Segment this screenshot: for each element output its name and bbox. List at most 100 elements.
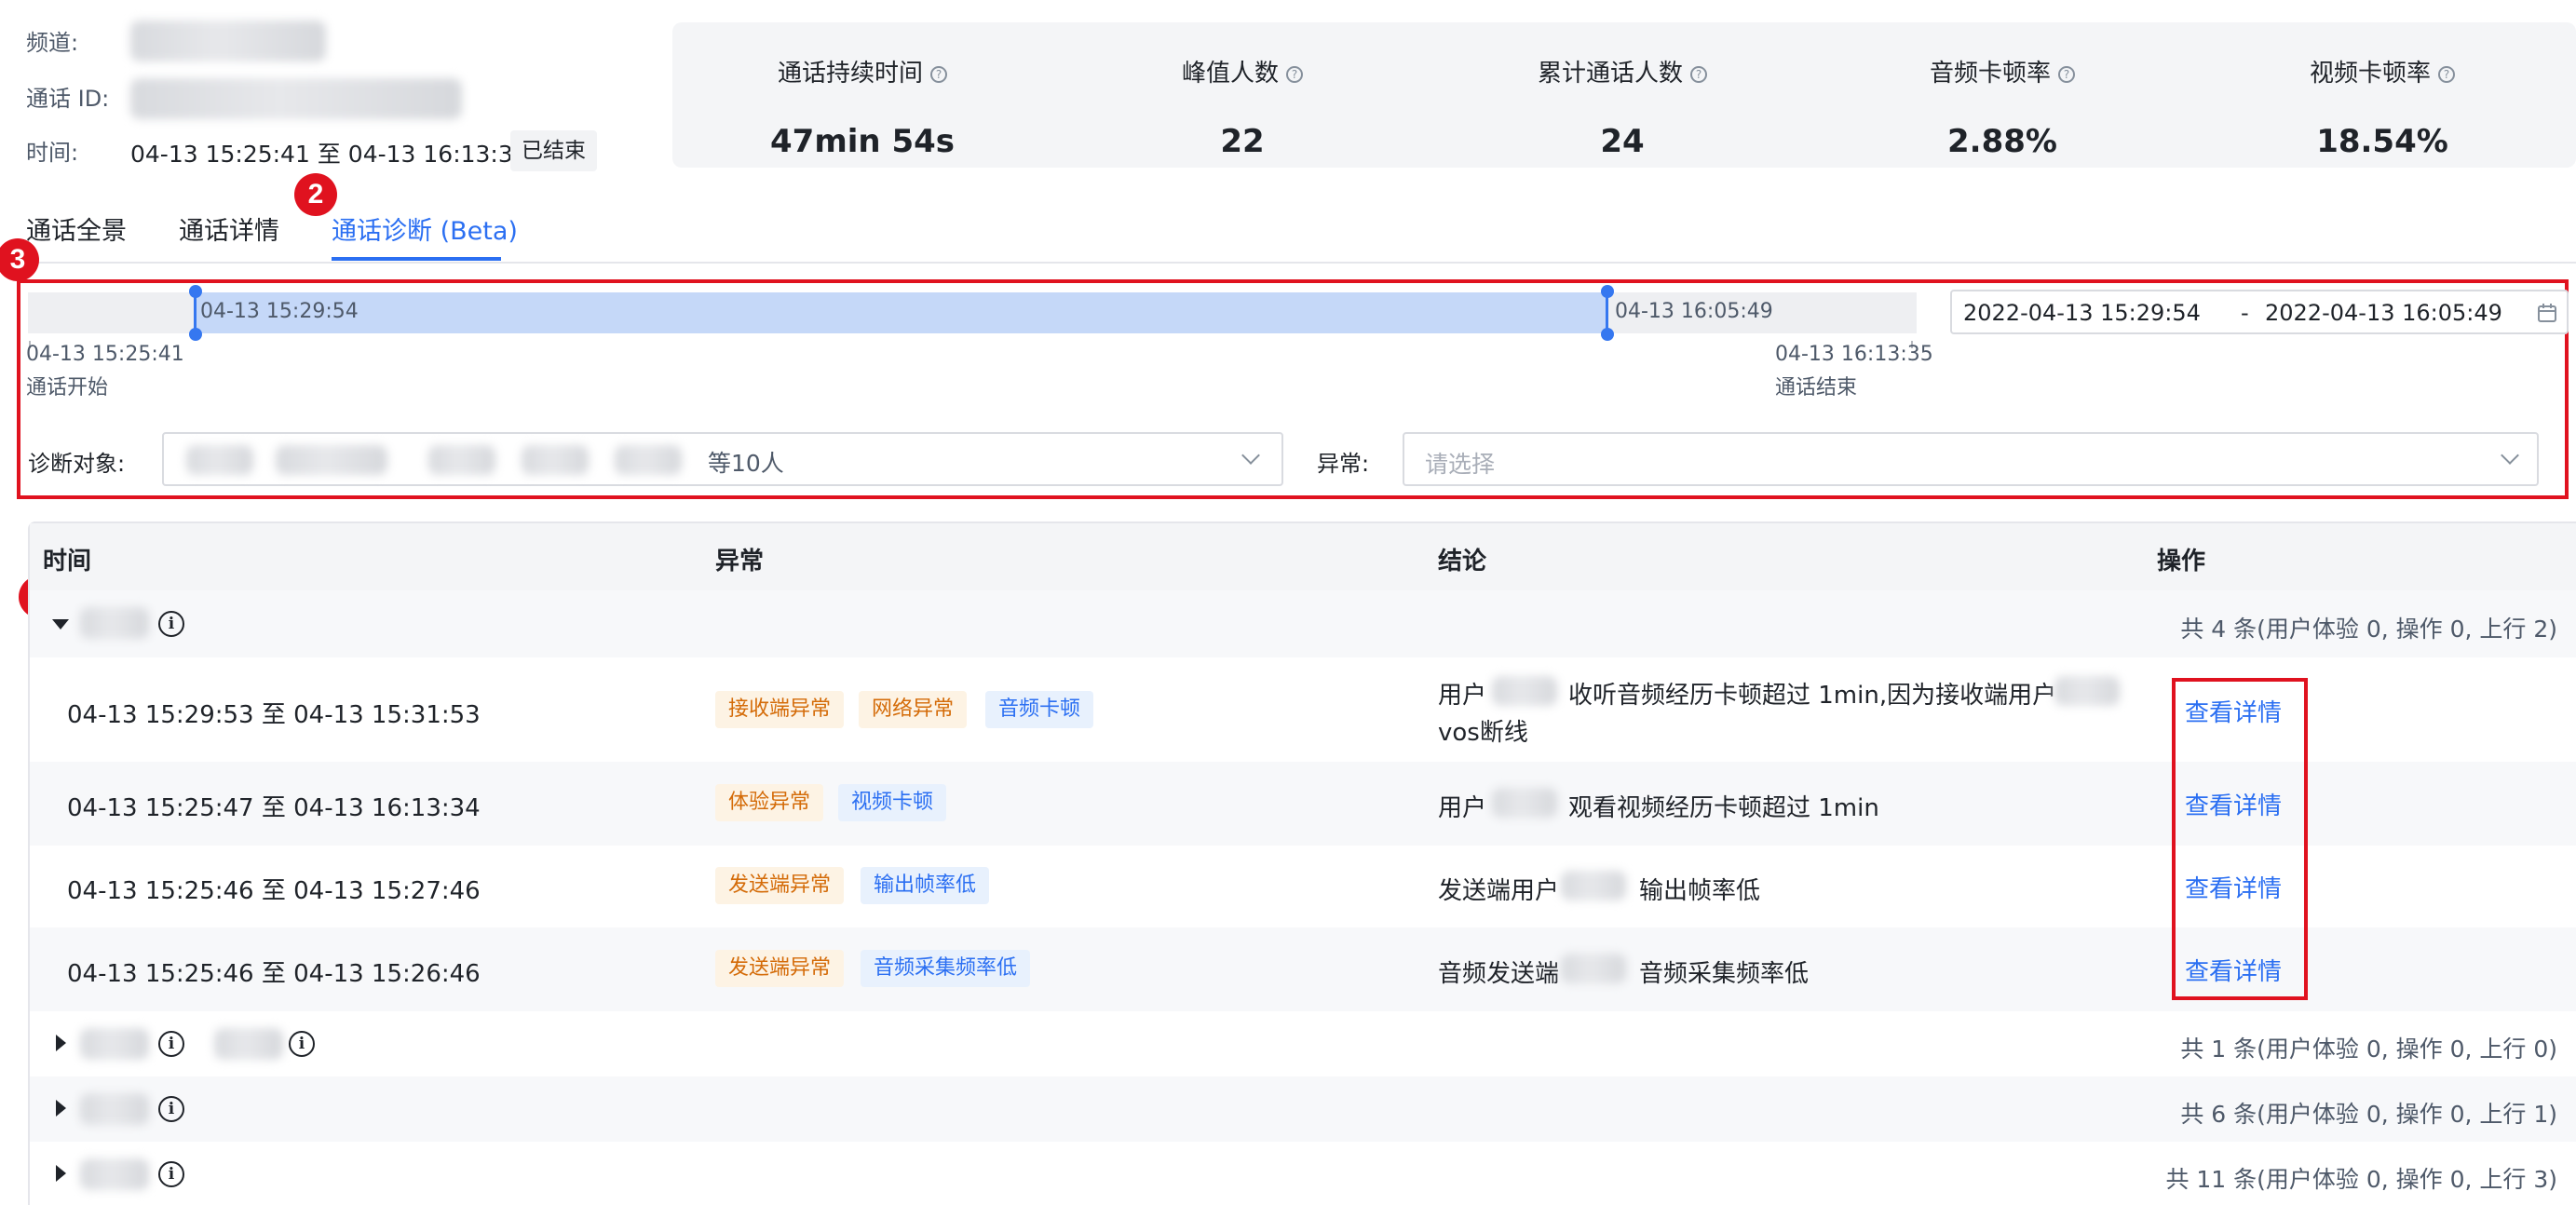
anomaly-tag: 音频采集频率低	[861, 950, 1031, 987]
timeline-selected-range[interactable]	[195, 292, 1607, 333]
group-summary: 共 4 条(用户体验 0, 操作 0, 上行 2)	[2180, 616, 2557, 643]
diagnosis-target-label: 诊断对象:	[28, 451, 126, 477]
time-to: 至	[317, 141, 341, 168]
stat-value: 2.88%	[1947, 123, 2057, 160]
conclusion-user-redacted	[1561, 871, 1626, 900]
timeline-handle-start-top[interactable]	[189, 285, 202, 298]
target-user-chip-redacted	[522, 445, 589, 475]
date-range-picker[interactable]: 2022-04-13 15:29:54 - 2022-04-13 16:05:4…	[1950, 290, 2569, 334]
timeline-handle-end-top[interactable]	[1601, 285, 1614, 298]
row-time: 04-13 15:25:46 至 04-13 15:26:46	[67, 960, 481, 988]
timeline-start-time: 04-13 15:25:41	[26, 343, 184, 366]
channel-value-redacted	[130, 20, 326, 61]
conclusion-user-redacted	[1561, 954, 1626, 983]
tab-diagnosis[interactable]: 通话诊断 (Beta)	[332, 210, 518, 247]
active-tab-indicator	[332, 257, 501, 261]
group-summary: 共 11 条(用户体验 0, 操作 0, 上行 3)	[2165, 1166, 2557, 1193]
anomaly-tag: 输出帧率低	[861, 867, 990, 904]
tab-details[interactable]: 通话详情	[179, 210, 279, 247]
column-header-conclusion: 结论	[1438, 548, 1487, 575]
stat-value: 47min 54s	[770, 123, 955, 160]
stat-duration: 通话持续时间? 47min 54s	[672, 22, 1052, 168]
date-separator: -	[2241, 300, 2249, 326]
stat-label: 峰值人数?	[1052, 54, 1432, 88]
row-conclusion-text: 收听音频经历卡顿超过 1min,因为接收端用户	[1568, 682, 2057, 710]
info-icon[interactable]: i	[289, 1031, 315, 1057]
row-time: 04-13 15:25:47 至 04-13 16:13:34	[67, 794, 481, 822]
caret-right-icon[interactable]	[56, 1100, 66, 1117]
help-icon[interactable]: ?	[1690, 66, 1707, 83]
group-user-redacted	[80, 1028, 149, 1060]
anomaly-tag: 体验异常	[715, 784, 824, 821]
stat-peak-users: 峰值人数? 22	[1052, 22, 1432, 168]
row-conclusion-text: 音频采集频率低	[1639, 960, 1810, 988]
anomaly-tag: 网络异常	[859, 691, 968, 728]
stat-label: 音频卡顿率?	[1812, 54, 2192, 88]
help-icon[interactable]: ?	[1286, 66, 1303, 83]
caret-down-icon[interactable]	[52, 619, 69, 630]
anomaly-tag: 接收端异常	[715, 691, 845, 728]
annotation-badge-2: 2	[294, 173, 337, 216]
group-user-redacted	[80, 1158, 149, 1190]
diagnosis-target-select[interactable]: 等10人	[162, 432, 1283, 486]
help-icon[interactable]: ?	[2438, 66, 2455, 83]
column-header-anomaly: 异常	[715, 548, 765, 575]
stat-value: 24	[1600, 123, 1645, 160]
column-header-time: 时间	[43, 548, 92, 575]
caret-right-icon[interactable]	[56, 1165, 66, 1182]
info-icon[interactable]: i	[158, 1031, 184, 1057]
date-from[interactable]: 2022-04-13 15:29:54	[1963, 300, 2201, 326]
group-user-redacted	[80, 607, 149, 639]
chevron-down-icon[interactable]	[2501, 446, 2519, 465]
anomaly-tag: 发送端异常	[715, 867, 845, 904]
row-conclusion: 用户	[1438, 682, 1487, 710]
tabs-divider	[0, 262, 2576, 264]
column-header-action: 操作	[2157, 548, 2206, 575]
tab-overview[interactable]: 通话全景	[26, 210, 127, 247]
calendar-icon[interactable]	[2537, 303, 2557, 323]
timeline-handle-start-bottom[interactable]	[189, 328, 202, 341]
group-summary: 共 6 条(用户体验 0, 操作 0, 上行 1)	[2180, 1101, 2557, 1128]
help-icon[interactable]: ?	[2058, 66, 2075, 83]
timeline-handle-end-bottom[interactable]	[1601, 328, 1614, 341]
row-time: 04-13 15:29:53 至 04-13 15:31:53	[67, 701, 481, 729]
timeline-end-time: 04-13 16:13:35	[1775, 343, 1933, 366]
info-icon[interactable]: i	[158, 1161, 184, 1187]
stat-value: 18.54%	[2316, 123, 2448, 160]
stat-label: 视频卡顿率?	[2192, 54, 2572, 88]
call-stats-card: 通话持续时间? 47min 54s 峰值人数? 22 累计通话人数? 24 音频…	[672, 22, 2576, 168]
target-user-chip-redacted	[276, 445, 387, 475]
stat-video-freeze-rate: 视频卡顿率? 18.54%	[2192, 22, 2572, 168]
stat-label: 通话持续时间?	[672, 54, 1052, 88]
timeline-start-label: 通话开始	[26, 376, 109, 399]
timeline-end-label: 通话结束	[1775, 376, 1858, 399]
group-user-redacted	[80, 1093, 149, 1125]
target-user-chip-redacted	[428, 445, 495, 475]
date-to[interactable]: 2022-04-13 16:05:49	[2265, 300, 2502, 326]
info-icon[interactable]: i	[158, 611, 184, 637]
row-conclusion: 音频发送端	[1438, 960, 1560, 988]
chevron-down-icon[interactable]	[1241, 446, 1260, 465]
target-user-chip-redacted	[615, 445, 682, 475]
timeline-range-start: 04-13 15:29:54	[200, 300, 359, 323]
row-conclusion: 用户	[1438, 794, 1487, 822]
anomaly-select[interactable]: 请选择	[1403, 432, 2539, 486]
help-icon[interactable]: ?	[930, 66, 947, 83]
annotation-badge-3: 3	[0, 238, 39, 281]
channel-label: 频道:	[26, 30, 79, 56]
conclusion-user-redacted	[1492, 676, 1557, 706]
time-label: 时间:	[26, 140, 79, 166]
conclusion-user-redacted	[2054, 676, 2120, 706]
anomaly-label: 异常:	[1317, 451, 1370, 477]
caret-right-icon[interactable]	[56, 1035, 66, 1051]
call-id-value-redacted	[130, 78, 462, 119]
row-conclusion-text: 观看视频经历卡顿超过 1min	[1568, 794, 1879, 822]
time-start: 04-13 15:25:41	[130, 141, 310, 168]
annotation-box-actions	[2172, 678, 2308, 1000]
row-conclusion-text: 输出帧率低	[1639, 877, 1761, 905]
info-icon[interactable]: i	[158, 1096, 184, 1122]
row-time: 04-13 15:25:46 至 04-13 15:27:46	[67, 877, 481, 905]
status-badge: 已结束	[510, 130, 597, 171]
stat-total-users: 累计通话人数? 24	[1432, 22, 1812, 168]
anomaly-tag: 音频卡顿	[985, 691, 1094, 728]
